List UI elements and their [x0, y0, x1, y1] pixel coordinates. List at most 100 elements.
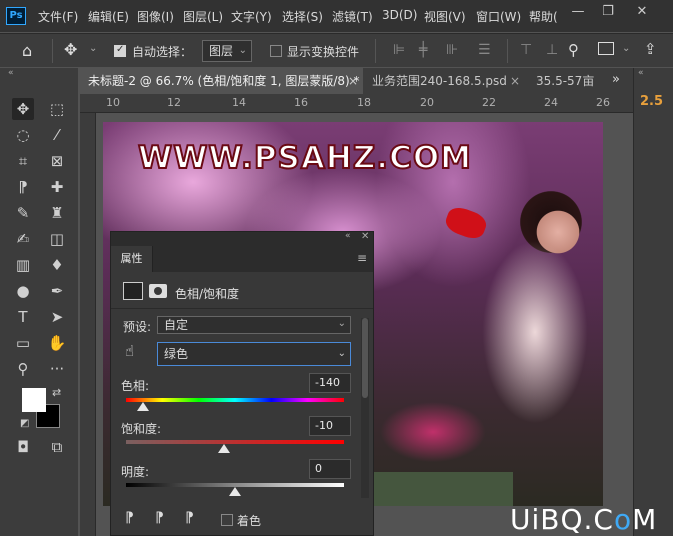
- chevron-down-icon: ⌄: [238, 45, 247, 56]
- auto-select-checkbox[interactable]: [114, 44, 126, 57]
- chevron-down-icon: ⌄: [337, 348, 346, 359]
- path-select-icon[interactable]: ➤: [46, 306, 68, 328]
- hand-tool-icon[interactable]: ✋: [46, 332, 68, 354]
- share-icon[interactable]: ⇪: [644, 40, 657, 58]
- lightness-input[interactable]: 0: [309, 459, 351, 479]
- swap-colors-icon[interactable]: ⇄: [52, 386, 61, 399]
- tab-overflow-icon[interactable]: »: [612, 72, 620, 87]
- align-left-icon[interactable]: ⊫: [393, 42, 405, 58]
- restore-button[interactable]: ❐: [596, 0, 620, 24]
- tab-document-3[interactable]: 35.5-57亩: [528, 68, 608, 94]
- horizontal-ruler: 10 12 14 16 18 20 22 24 26: [80, 94, 633, 113]
- menu-edit[interactable]: 编辑(E): [88, 8, 129, 25]
- eyedropper-minus-icon[interactable]: ⁋: [185, 510, 194, 526]
- menu-layer[interactable]: 图层(L): [183, 8, 223, 25]
- expand-icon[interactable]: «: [638, 68, 644, 78]
- lasso-tool-icon[interactable]: ◌: [12, 124, 34, 146]
- dodge-tool-icon[interactable]: ●: [12, 280, 34, 302]
- history-brush-icon[interactable]: ✍: [12, 228, 34, 250]
- distribute-icon[interactable]: ☰: [478, 42, 491, 58]
- workspace-icon[interactable]: [598, 42, 614, 55]
- menu-help[interactable]: 帮助(: [529, 8, 558, 25]
- foreground-color-swatch[interactable]: [22, 388, 46, 412]
- blur-tool-icon[interactable]: ♦: [46, 254, 68, 276]
- quick-mask-icon[interactable]: ◘: [12, 436, 34, 458]
- saturation-slider-track[interactable]: [126, 440, 344, 444]
- scrollbar-thumb[interactable]: [362, 318, 368, 398]
- hue-slider-thumb[interactable]: [137, 402, 149, 411]
- menu-filter[interactable]: 滤镜(T): [332, 8, 373, 25]
- pen-tool-icon[interactable]: ✒: [46, 280, 68, 302]
- eraser-icon[interactable]: ◫: [46, 228, 68, 250]
- menu-view[interactable]: 视图(V): [424, 8, 466, 25]
- eyedropper-plus-icon[interactable]: ⁋: [155, 510, 164, 526]
- frame-tool-icon[interactable]: ⊠: [46, 150, 68, 172]
- chevron-down-icon[interactable]: ⌄: [89, 43, 97, 54]
- tab-label: 未标题-2 @ 66.7% (色相/饱和度 1, 图层蒙版/8) *: [88, 74, 360, 88]
- magic-wand-icon[interactable]: ⁄: [46, 124, 68, 146]
- move-tool-icon[interactable]: ✥: [12, 98, 34, 120]
- watermark-text: WWW.PSAHZ.COM: [137, 139, 473, 177]
- screen-mode-icon[interactable]: ⧉: [46, 436, 68, 458]
- brush-tool-icon[interactable]: ✎: [12, 202, 34, 224]
- type-tool-icon[interactable]: T: [12, 306, 34, 328]
- close-icon[interactable]: ×: [348, 68, 358, 94]
- close-icon[interactable]: ✕: [361, 231, 369, 242]
- adjustment-icon[interactable]: [123, 282, 143, 300]
- mask-icon[interactable]: [149, 284, 167, 298]
- hue-input[interactable]: -140: [309, 373, 351, 393]
- home-icon[interactable]: ⌂: [22, 41, 32, 60]
- align-middle-icon[interactable]: ⊥: [546, 42, 558, 58]
- marquee-tool-icon[interactable]: ⬚: [46, 98, 68, 120]
- document-tabs: 未标题-2 @ 66.7% (色相/饱和度 1, 图层蒙版/8) * × 业务范…: [80, 68, 633, 94]
- healing-brush-icon[interactable]: ✚: [46, 176, 68, 198]
- show-transform-label: 显示变换控件: [287, 45, 360, 59]
- channel-dropdown[interactable]: 绿色 ⌄: [157, 342, 351, 366]
- saturation-slider-thumb[interactable]: [218, 444, 230, 453]
- tab-properties[interactable]: 属性: [111, 246, 153, 272]
- scrollbar[interactable]: [361, 318, 369, 498]
- layer-group-dropdown[interactable]: 图层 ⌄: [202, 40, 252, 62]
- rectangle-tool-icon[interactable]: ▭: [12, 332, 34, 354]
- menu-type[interactable]: 文字(Y): [231, 8, 272, 25]
- zoom-tool-icon[interactable]: ⚲: [12, 358, 34, 380]
- show-transform-checkbox[interactable]: [270, 45, 282, 57]
- gradient-tool-icon[interactable]: ▥: [12, 254, 34, 276]
- search-icon[interactable]: ⚲: [568, 41, 579, 59]
- targeted-adjustment-icon[interactable]: ☝: [125, 342, 134, 360]
- chevron-down-icon[interactable]: ⌄: [622, 43, 630, 54]
- menu-image[interactable]: 图像(I): [137, 8, 174, 25]
- divider: [111, 308, 373, 309]
- collapse-icon[interactable]: «: [8, 68, 14, 78]
- divider: [507, 39, 508, 63]
- default-colors-icon[interactable]: ◩: [20, 418, 29, 429]
- hue-slider-track[interactable]: [126, 398, 344, 402]
- menu-file[interactable]: 文件(F): [38, 8, 78, 25]
- preset-dropdown[interactable]: 自定 ⌄: [157, 316, 351, 334]
- menu-select[interactable]: 选择(S): [282, 8, 323, 25]
- align-right-icon[interactable]: ⊪: [446, 42, 458, 58]
- crop-tool-icon[interactable]: ⌗: [12, 150, 34, 172]
- collapse-icon[interactable]: «: [345, 231, 351, 241]
- lightness-slider-thumb[interactable]: [229, 487, 241, 496]
- move-tool-icon[interactable]: ✥: [64, 40, 77, 59]
- more-tools-icon[interactable]: ···: [46, 358, 68, 380]
- eyedropper-icon[interactable]: ⁋: [125, 510, 134, 526]
- tab-active-document[interactable]: 未标题-2 @ 66.7% (色相/饱和度 1, 图层蒙版/8) * ×: [80, 68, 363, 94]
- panel-menu-icon[interactable]: ≡: [357, 251, 367, 265]
- eyedropper-icon[interactable]: ⁋: [12, 176, 34, 198]
- close-button[interactable]: ✕: [630, 0, 654, 24]
- menu-3d[interactable]: 3D(D): [382, 8, 417, 22]
- close-icon[interactable]: ×: [510, 68, 520, 94]
- colorize-checkbox[interactable]: [221, 514, 233, 526]
- dock-value[interactable]: 2.5: [640, 94, 663, 109]
- ruler-tick-label: 18: [357, 96, 371, 109]
- tab-document-2[interactable]: 业务范围240-168.5.psd ×: [364, 68, 526, 94]
- stamp-tool-icon[interactable]: ♜: [46, 202, 68, 224]
- align-center-icon[interactable]: ╪: [419, 42, 427, 58]
- minimize-button[interactable]: —: [566, 0, 590, 24]
- saturation-input[interactable]: -10: [309, 416, 351, 436]
- menu-window[interactable]: 窗口(W): [476, 8, 521, 25]
- align-top-icon[interactable]: ⊤: [520, 42, 532, 58]
- watermark-part: UiBQ.C: [510, 503, 614, 536]
